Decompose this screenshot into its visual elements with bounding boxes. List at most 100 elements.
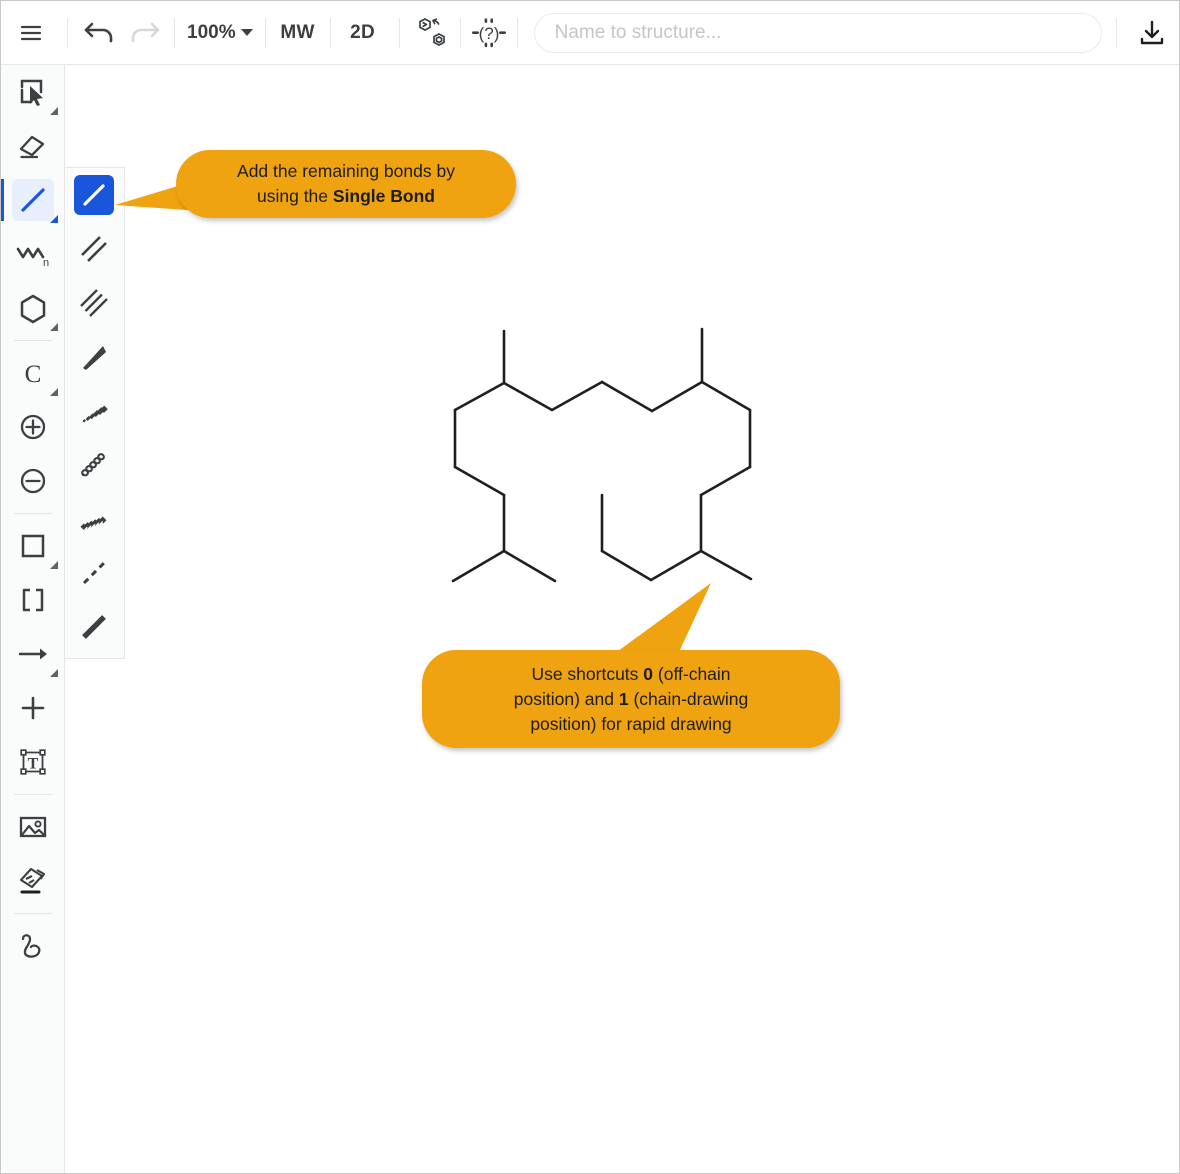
- plus-sign-icon: [12, 687, 54, 729]
- callout-2-line1b: (off-chain: [653, 663, 731, 684]
- reaction-arrow-icon: [12, 633, 54, 675]
- sidebar-item-brackets-tool[interactable]: [1, 573, 65, 627]
- submenu-item-bond-hash-down[interactable]: [65, 384, 123, 438]
- sidebar-item-charge-minus-tool[interactable]: [1, 454, 65, 508]
- callout-shortcuts-text: Use shortcuts 0 (off-chain position) and…: [492, 662, 770, 737]
- submenu-item-bond-wedge-up[interactable]: [65, 330, 123, 384]
- undo-icon[interactable]: [78, 11, 122, 55]
- sidebar-item-attachment-tool[interactable]: [1, 854, 65, 908]
- bond-8[interactable]: [550, 380, 604, 412]
- attachment-point-icon: [12, 860, 54, 902]
- callout-2-line1-bold: 0: [643, 663, 654, 684]
- sidebar-item-freehand-tool[interactable]: [1, 919, 65, 973]
- sidebar-item-image-tool[interactable]: [1, 800, 65, 854]
- eraser-icon: [12, 125, 54, 167]
- bond-10[interactable]: [650, 380, 704, 413]
- bond-18[interactable]: [600, 549, 653, 582]
- aromatize-icon[interactable]: [408, 11, 458, 55]
- svg-text:T: T: [28, 756, 39, 773]
- rail-divider-2: [13, 513, 52, 514]
- rail-divider-4: [13, 913, 52, 914]
- two-d-label: 2D: [350, 21, 376, 43]
- wedge-up-bond-icon: [74, 337, 114, 377]
- bond-3[interactable]: [453, 465, 506, 497]
- toolbar-divider-3: [264, 17, 266, 48]
- bond-1[interactable]: [453, 381, 506, 412]
- bond-type-submenu: [65, 167, 125, 659]
- submenu-item-bond-triple[interactable]: [65, 276, 123, 330]
- freehand-squiggle-icon: [12, 925, 54, 967]
- download-icon[interactable]: [1129, 11, 1175, 55]
- bond-9[interactable]: [600, 380, 654, 413]
- sidebar-item-arrow-tool[interactable]: [1, 627, 65, 681]
- rail-divider-3: [13, 794, 52, 795]
- callout-1-line2-bold: Single Bond: [332, 186, 435, 206]
- callout-2-line2b: (chain-drawing: [628, 688, 749, 709]
- triple-bond-icon: [74, 283, 114, 323]
- single-bond-icon: [12, 179, 54, 221]
- bond-17[interactable]: [649, 549, 703, 582]
- redo-icon[interactable]: [122, 11, 166, 55]
- callout-2-line2a: position) and: [513, 688, 619, 709]
- callout-1-line2a: using the: [257, 186, 333, 206]
- hashed-down-bond-icon: [74, 391, 114, 431]
- submenu-item-bond-wavy-updown[interactable]: [65, 438, 123, 492]
- bold-bond-icon: [74, 607, 114, 647]
- submenu-item-bond-dashed[interactable]: [65, 546, 123, 600]
- callout-single-bond-text: Add the remaining bonds by using the Sin…: [215, 159, 477, 209]
- sidebar-item-selection-tool[interactable]: [1, 65, 65, 119]
- repeating-chain-n-icon: n: [12, 233, 54, 275]
- letter-c-atom-icon: C: [12, 352, 54, 394]
- svg-text:C: C: [25, 361, 42, 388]
- zoom-level-dropdown[interactable]: 100%: [177, 11, 263, 55]
- single-bond-icon: [74, 175, 114, 215]
- submenu-arrow-icon: [50, 561, 58, 569]
- callout-shortcuts: Use shortcuts 0 (off-chain position) and…: [422, 650, 840, 748]
- svg-text:n: n: [43, 257, 49, 269]
- bond-6[interactable]: [502, 549, 557, 583]
- callout-2-line2-bold: 1: [618, 688, 629, 709]
- sidebar-item-eraser-tool[interactable]: [1, 119, 65, 173]
- submenu-item-bond-double[interactable]: [65, 222, 123, 276]
- wavy-up-down-bond-icon: [74, 445, 114, 485]
- hamburger-menu-icon[interactable]: [9, 11, 53, 55]
- top-toolbar: 100% MW 2D (?) Name to structure...: [1, 1, 1179, 65]
- callout-2-line1a: Use shortcuts: [531, 663, 644, 684]
- toolbar-divider-4: [329, 17, 331, 48]
- sidebar-item-ring-tool[interactable]: [1, 281, 65, 335]
- chemical-editor-window: 100% MW 2D (?) Name to structure... n C …: [0, 0, 1180, 1174]
- explicit-hydrogen-icon[interactable]: (?): [463, 11, 515, 55]
- submenu-arrow-icon: [50, 388, 58, 396]
- toolbar-divider-5: [398, 17, 400, 48]
- sidebar-item-charge-plus-tool[interactable]: [1, 400, 65, 454]
- bond-14[interactable]: [699, 465, 752, 497]
- molecular-weight-button[interactable]: MW: [268, 11, 328, 55]
- submenu-arrow-icon: [50, 215, 58, 223]
- circle-plus-icon: [12, 406, 54, 448]
- two-d-clean-button[interactable]: 2D: [333, 11, 393, 55]
- rail-divider-1: [13, 340, 52, 341]
- sidebar-item-atom-carbon-tool[interactable]: C: [1, 346, 65, 400]
- bond-16[interactable]: [699, 549, 753, 581]
- toolbar-divider-2: [174, 17, 175, 48]
- text-box-t-icon: T: [12, 741, 54, 783]
- double-bond-icon: [74, 229, 114, 269]
- sidebar-item-plus-tool[interactable]: [1, 681, 65, 735]
- tool-rail: n C T: [1, 65, 65, 1173]
- rectangle-select-arrow-icon: [12, 71, 54, 113]
- circle-minus-icon: [12, 460, 54, 502]
- bond-7[interactable]: [502, 381, 554, 412]
- svg-text:(?): (?): [478, 24, 499, 43]
- sidebar-item-chain-tool[interactable]: n: [1, 227, 65, 281]
- submenu-item-bond-bold[interactable]: [65, 600, 123, 654]
- name-to-structure-input[interactable]: [533, 12, 1102, 53]
- bond-5[interactable]: [451, 549, 506, 583]
- sidebar-item-text-tool[interactable]: T: [1, 735, 65, 789]
- callout-1-line1: Add the remaining bonds by: [237, 161, 455, 181]
- sidebar-item-rectangle-tool[interactable]: [1, 519, 65, 573]
- submenu-item-bond-bold-hashed[interactable]: [65, 492, 123, 546]
- molecular-weight-label: MW: [280, 21, 315, 43]
- sidebar-item-single-bond-tool[interactable]: [1, 173, 65, 227]
- bond-12[interactable]: [700, 380, 752, 412]
- chevron-down-icon: [240, 29, 253, 36]
